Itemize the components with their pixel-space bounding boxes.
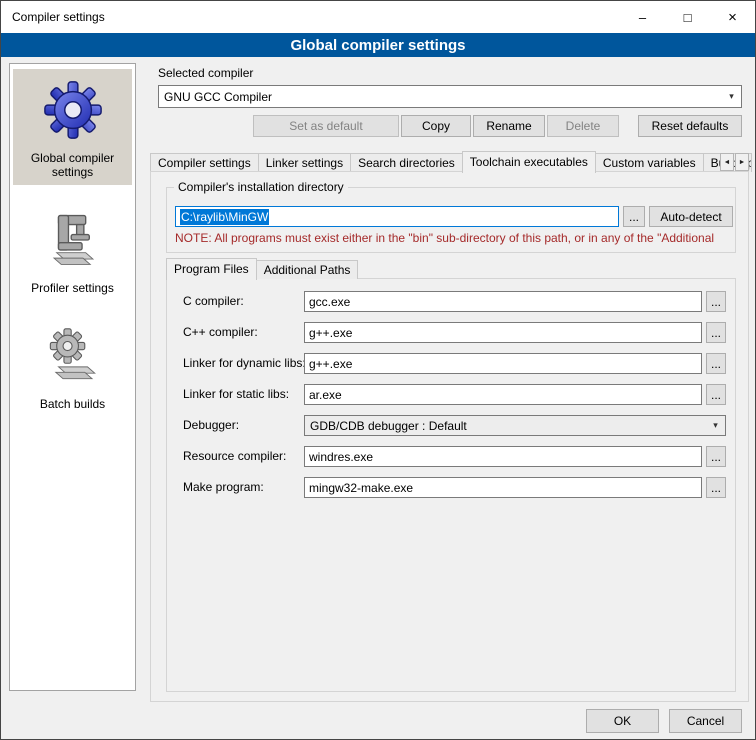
tab-custom-variables[interactable]: Custom variables xyxy=(595,153,704,172)
maximize-button[interactable]: □ xyxy=(665,1,710,33)
linker-dynamic-label: Linker for dynamic libs: xyxy=(183,353,306,374)
tab-linker-settings[interactable]: Linker settings xyxy=(258,153,351,172)
tab-program-files[interactable]: Program Files xyxy=(166,258,257,280)
minimize-icon: – xyxy=(639,10,646,25)
compiler-tabs: Compiler settings Linker settings Search… xyxy=(150,150,751,172)
arrow-right-icon: ► xyxy=(739,159,746,166)
settings-sidebar: Global compiler settings xyxy=(9,63,136,691)
sidebar-item-batch-builds[interactable]: Batch builds xyxy=(13,315,132,417)
sidebar-item-label: Global compiler settings xyxy=(15,151,130,179)
maximize-icon: □ xyxy=(684,10,692,25)
dialog-header-title: Global compiler settings xyxy=(290,37,465,54)
sidebar-item-label: Profiler settings xyxy=(15,281,130,295)
linker-static-label: Linker for static libs: xyxy=(183,384,289,405)
install-dir-selected-text: C:\raylib\MinGW xyxy=(180,209,269,225)
program-files-tabs: Program Files Additional Paths xyxy=(166,257,357,279)
make-program-label: Make program: xyxy=(183,477,264,498)
selected-compiler-label: Selected compiler xyxy=(158,63,253,84)
close-button[interactable]: × xyxy=(710,1,755,33)
tab-toolchain-executables[interactable]: Toolchain executables xyxy=(462,151,596,173)
sidebar-item-global-compiler-settings[interactable]: Global compiler settings xyxy=(13,69,132,185)
compiler-settings-dialog: Compiler settings – □ × Global compiler … xyxy=(0,0,756,740)
title-bar: Compiler settings – □ × xyxy=(1,1,755,33)
tab-additional-paths[interactable]: Additional Paths xyxy=(256,260,359,279)
program-files-panel: C compiler: ... C++ compiler: ... Linker… xyxy=(166,278,736,692)
debugger-select-value: GDB/CDB debugger : Default xyxy=(310,419,467,433)
tab-search-directories[interactable]: Search directories xyxy=(350,153,463,172)
profiler-tool-icon xyxy=(15,205,130,275)
tab-compiler-settings[interactable]: Compiler settings xyxy=(150,153,259,172)
install-dir-browse-button[interactable]: ... xyxy=(623,206,645,227)
chevron-down-icon: ▾ xyxy=(707,417,724,434)
cpp-compiler-input[interactable] xyxy=(304,322,702,343)
cancel-button[interactable]: Cancel xyxy=(669,709,742,733)
window-title: Compiler settings xyxy=(1,10,105,24)
rename-button[interactable]: Rename xyxy=(473,115,545,137)
install-dir-groupbox: Compiler's installation directory C:\ray… xyxy=(166,187,736,253)
compiler-select[interactable]: GNU GCC Compiler ▾ xyxy=(158,85,742,108)
chevron-down-icon: ▾ xyxy=(723,87,740,106)
install-dir-input[interactable]: C:\raylib\MinGW xyxy=(175,206,619,227)
cpp-compiler-label: C++ compiler: xyxy=(183,322,258,343)
copy-button[interactable]: Copy xyxy=(401,115,471,137)
linker-dynamic-input[interactable] xyxy=(304,353,702,374)
make-program-browse-button[interactable]: ... xyxy=(706,477,726,498)
resource-compiler-browse-button[interactable]: ... xyxy=(706,446,726,467)
resource-compiler-input[interactable] xyxy=(304,446,702,467)
window-controls: – □ × xyxy=(620,1,755,33)
bin-note-text: NOTE: All programs must exist either in … xyxy=(175,231,733,245)
set-as-default-button[interactable]: Set as default xyxy=(253,115,399,137)
compiler-select-value: GNU GCC Compiler xyxy=(164,90,272,104)
debugger-label: Debugger: xyxy=(183,415,239,436)
cpp-compiler-browse-button[interactable]: ... xyxy=(706,322,726,343)
arrow-left-icon: ◄ xyxy=(724,159,731,166)
c-compiler-browse-button[interactable]: ... xyxy=(706,291,726,312)
c-compiler-label: C compiler: xyxy=(183,291,244,312)
c-compiler-input[interactable] xyxy=(304,291,702,312)
delete-button[interactable]: Delete xyxy=(547,115,619,137)
ok-button[interactable]: OK xyxy=(586,709,659,733)
gear-blue-icon xyxy=(15,75,130,145)
close-icon: × xyxy=(728,9,737,26)
dialog-header: Global compiler settings xyxy=(1,33,755,57)
tab-scroll-right-button[interactable]: ► xyxy=(735,153,749,171)
install-dir-group-title: Compiler's installation directory xyxy=(174,180,348,194)
linker-static-browse-button[interactable]: ... xyxy=(706,384,726,405)
auto-detect-button[interactable]: Auto-detect xyxy=(649,206,733,227)
resource-compiler-label: Resource compiler: xyxy=(183,446,286,467)
sidebar-item-profiler-settings[interactable]: Profiler settings xyxy=(13,199,132,301)
linker-static-input[interactable] xyxy=(304,384,702,405)
reset-defaults-button[interactable]: Reset defaults xyxy=(638,115,742,137)
linker-dynamic-browse-button[interactable]: ... xyxy=(706,353,726,374)
gear-gray-icon xyxy=(15,321,130,391)
sidebar-item-label: Batch builds xyxy=(15,397,130,411)
make-program-input[interactable] xyxy=(304,477,702,498)
minimize-button[interactable]: – xyxy=(620,1,665,33)
debugger-select[interactable]: GDB/CDB debugger : Default ▾ xyxy=(304,415,726,436)
tab-scroll-left-button[interactable]: ◄ xyxy=(720,153,734,171)
